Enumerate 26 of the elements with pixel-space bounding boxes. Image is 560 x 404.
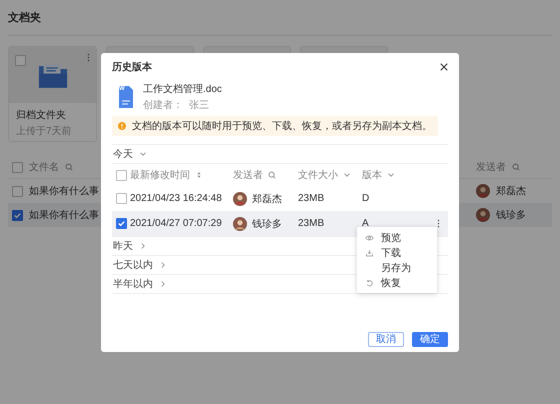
dialog-title: 历史版本 [112, 60, 152, 74]
creator-label: 创建者： [143, 98, 183, 112]
creator-name: 张三 [189, 98, 209, 112]
column-header: 版本 [362, 168, 382, 182]
folder-name: 归档文件夹 [16, 108, 67, 122]
table-cell-text: 如果你有什么事 [29, 208, 99, 222]
table-cell-text: 郑磊杰 [496, 184, 526, 198]
table-cell-text: 郑磊杰 [252, 192, 282, 206]
column-header: 发送者 [476, 160, 506, 174]
column-header: 文件大小 [298, 168, 338, 182]
table-cell: 23MB [298, 193, 324, 204]
column-header: 发送者 [233, 168, 263, 182]
table-cell: D [362, 193, 370, 204]
table-cell: 2021/04/27 07:07:29 [130, 218, 222, 229]
page-title: 文档夹 [8, 10, 41, 25]
folder-meta: 上传于7天前 [16, 124, 73, 138]
column-header: 最新修改时间 [130, 168, 190, 182]
notice-text: 文档的版本可以随时用于预览、下载、恢复，或者另存为副本文档。 [132, 120, 432, 133]
file-name: 工作文档管理.doc [143, 82, 222, 96]
table-cell: A [362, 218, 369, 229]
column-header: 文件名 [29, 160, 59, 174]
table-cell: 23MB [298, 218, 324, 229]
table-cell: 2021/04/23 16:24:48 [130, 193, 222, 204]
table-cell-text: 如果你有什么事 [29, 184, 99, 198]
table-cell-text: 钱珍多 [252, 218, 282, 230]
table-cell-text: 钱珍多 [496, 209, 526, 222]
